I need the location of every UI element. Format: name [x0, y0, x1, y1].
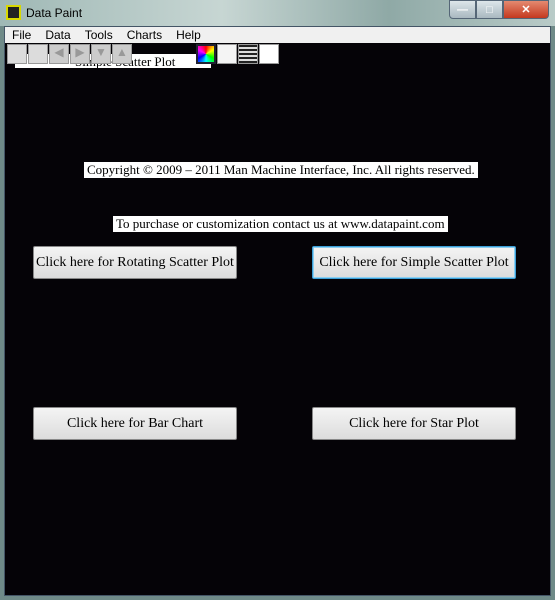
- title-bar: Data Paint — □ ✕: [0, 0, 555, 26]
- stop-icon[interactable]: [28, 44, 48, 64]
- menu-charts[interactable]: Charts: [120, 27, 169, 43]
- menu-tools[interactable]: Tools: [78, 27, 120, 43]
- copyright-text: Copyright © 2009 – 2011 Man Machine Inte…: [84, 162, 478, 178]
- window-title: Data Paint: [26, 6, 83, 20]
- bar-chart-button[interactable]: Click here for Bar Chart: [33, 407, 237, 440]
- app-window: File Data Tools Charts Help Simple Scatt…: [4, 26, 551, 596]
- white-icon[interactable]: [259, 44, 279, 64]
- star-plot-button[interactable]: Click here for Star Plot: [312, 407, 516, 440]
- down-icon[interactable]: ▼: [91, 44, 111, 64]
- minimize-button[interactable]: —: [449, 0, 476, 19]
- simple-scatter-plot-button[interactable]: Click here for Simple Scatter Plot: [312, 246, 516, 279]
- maximize-button[interactable]: □: [476, 0, 503, 19]
- menu-data[interactable]: Data: [38, 27, 77, 43]
- menu-bar: File Data Tools Charts Help: [5, 27, 550, 43]
- palette-icon[interactable]: [196, 44, 216, 64]
- main-area: Simple Scatter Plot ◀ ▶ ▼ ▲ Copyright © …: [5, 43, 550, 595]
- rotating-scatter-plot-button[interactable]: Click here for Rotating Scatter Plot: [33, 246, 237, 279]
- menu-file[interactable]: File: [5, 27, 38, 43]
- contact-text: To purchase or customization contact us …: [113, 216, 448, 232]
- toolbar: ◀ ▶ ▼ ▲: [7, 44, 279, 64]
- menu-help[interactable]: Help: [169, 27, 208, 43]
- close-button[interactable]: ✕: [503, 0, 549, 19]
- blank-icon[interactable]: [217, 44, 237, 64]
- lines-icon[interactable]: [238, 44, 258, 64]
- up-icon[interactable]: ▲: [112, 44, 132, 64]
- back-icon[interactable]: ◀: [49, 44, 69, 64]
- forward-icon[interactable]: ▶: [70, 44, 90, 64]
- app-icon: [6, 5, 21, 20]
- page-icon[interactable]: [7, 44, 27, 64]
